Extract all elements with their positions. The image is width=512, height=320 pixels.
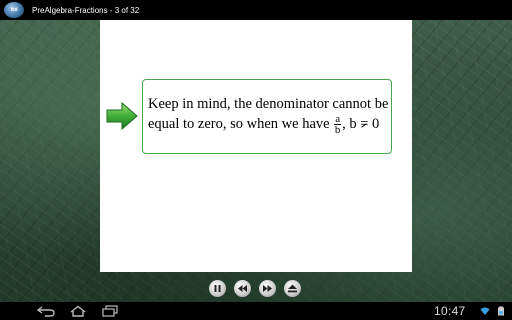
note-zero: 0: [372, 116, 380, 132]
note-after-fraction: , b: [342, 116, 357, 132]
window-title: PreAlgebra-Fractions - 3 of 32: [32, 5, 140, 15]
eject-icon: [288, 284, 297, 293]
clock[interactable]: 10:47: [434, 304, 466, 318]
app-icon-text: kid: [10, 7, 18, 13]
pause-icon: [214, 285, 221, 292]
not-equal-symbol: =: [360, 116, 369, 132]
title-bar: kid PreAlgebra-Fractions - 3 of 32: [0, 0, 512, 20]
fast-forward-button[interactable]: [259, 280, 276, 297]
wifi-icon: [480, 307, 490, 315]
note-line-2: equal to zero, so when we have: [148, 116, 330, 132]
playback-controls: [209, 280, 301, 297]
battery-icon: [498, 306, 504, 316]
back-icon[interactable]: [36, 305, 56, 317]
fraction-denominator: b: [334, 124, 341, 137]
app-icon[interactable]: kid: [4, 2, 24, 18]
note-line-1: Keep in mind, the denominator cannot be: [148, 96, 389, 112]
pause-button[interactable]: [209, 280, 226, 297]
right-arrow-icon: [106, 101, 138, 131]
recent-apps-icon[interactable]: [100, 305, 120, 317]
slide-page: Keep in mind, the denominator cannot be …: [100, 20, 412, 272]
fast-forward-icon: [263, 285, 272, 292]
system-nav-bar: 10:47: [0, 302, 512, 320]
rewind-button[interactable]: [234, 280, 251, 297]
fraction: a b: [334, 114, 342, 137]
rewind-icon: [238, 285, 247, 292]
note-box: Keep in mind, the denominator cannot be …: [142, 79, 392, 154]
home-icon[interactable]: [68, 305, 88, 317]
eject-button[interactable]: [284, 280, 301, 297]
